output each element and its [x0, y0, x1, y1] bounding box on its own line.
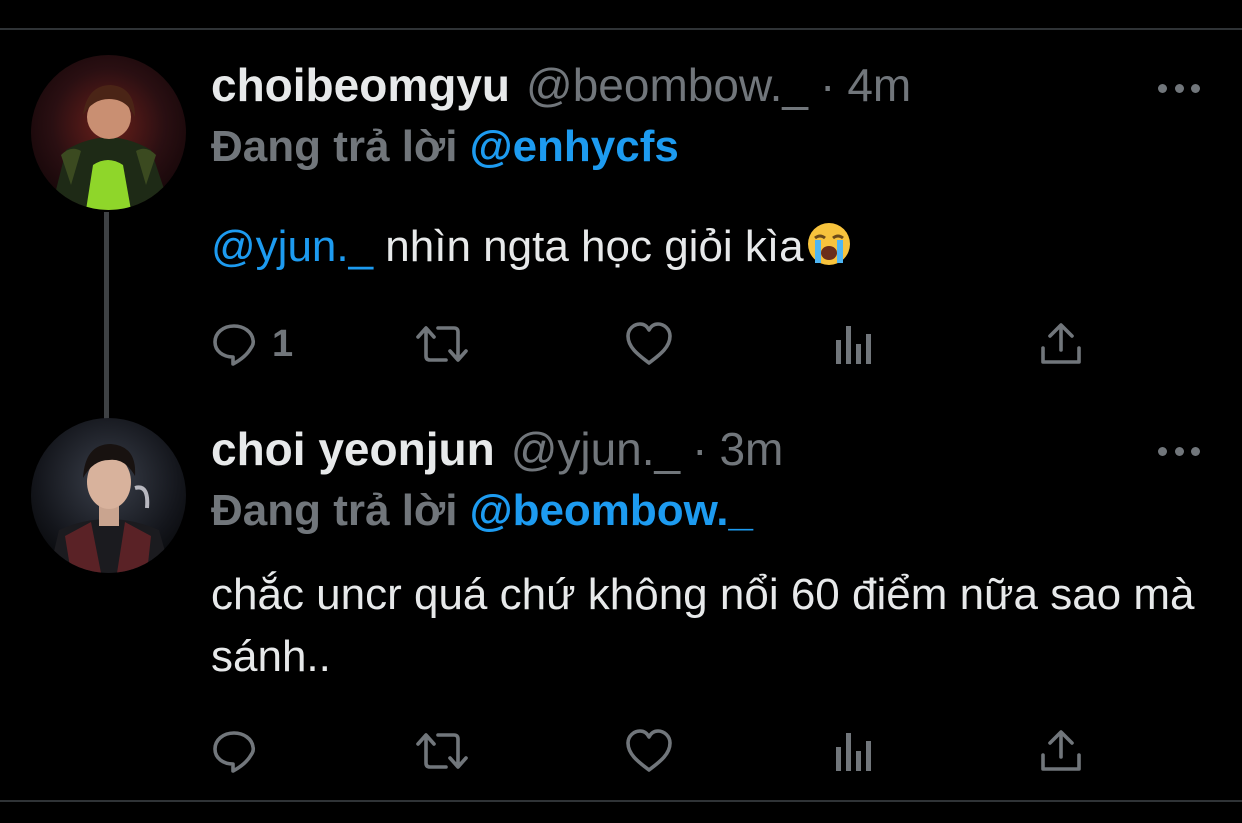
- stats-button[interactable]: [832, 726, 876, 776]
- display-name[interactable]: choi yeonjun: [211, 422, 495, 476]
- separator-dot: ·: [692, 423, 708, 475]
- replying-to-mention[interactable]: @beombow._: [470, 486, 753, 535]
- like-icon: [624, 320, 674, 368]
- reply-button[interactable]: [210, 726, 258, 776]
- bottom-divider: [0, 800, 1242, 802]
- tweet-body: nhìn ngta học giỏi kìa: [373, 222, 804, 271]
- text-mention[interactable]: @yjun._: [211, 222, 373, 271]
- action-bar: [210, 726, 1110, 776]
- timestamp[interactable]: 3m: [719, 422, 783, 476]
- loudly-crying-face-icon: [806, 221, 852, 284]
- display-name[interactable]: choibeomgyu: [211, 58, 510, 112]
- share-icon: [1038, 320, 1084, 368]
- replying-to-line: Đang trả lời @beombow._: [211, 486, 753, 536]
- tweet-header: choibeomgyu @beombow._ · 4m: [211, 58, 911, 112]
- retweet-icon: [414, 320, 470, 368]
- like-icon: [624, 727, 674, 775]
- thread-connector-line: [104, 212, 109, 442]
- more-icon[interactable]: [1158, 78, 1200, 98]
- tweet[interactable]: choi yeonjun @yjun._ · 3m Đang trả lời @…: [0, 416, 1242, 800]
- avatar[interactable]: [31, 418, 186, 573]
- avatar[interactable]: [31, 55, 186, 210]
- tweet[interactable]: choibeomgyu @beombow._ · 4m Đang trả lời…: [0, 30, 1242, 442]
- reply-icon: [210, 320, 258, 368]
- like-button[interactable]: [624, 319, 674, 369]
- tweet-header: choi yeonjun @yjun._ · 3m: [211, 422, 783, 476]
- replying-to-line: Đang trả lời @enhycfs: [211, 122, 679, 172]
- reply-count: 1: [272, 322, 294, 365]
- timestamp[interactable]: 4m: [847, 58, 911, 112]
- retweet-icon: [414, 727, 470, 775]
- stats-icon: [832, 320, 876, 368]
- tweet-text: @yjun._ nhìn ngta học giỏi kìa: [211, 216, 852, 284]
- replying-to-mention[interactable]: @enhycfs: [470, 122, 679, 171]
- reply-button[interactable]: 1: [210, 319, 293, 369]
- stats-icon: [832, 727, 876, 775]
- user-handle[interactable]: @beombow._: [526, 58, 808, 112]
- reply-icon: [210, 727, 258, 775]
- user-handle[interactable]: @yjun._: [511, 422, 680, 476]
- share-icon: [1038, 727, 1084, 775]
- retweet-button[interactable]: [414, 726, 470, 776]
- replying-to-label: Đang trả lời: [211, 486, 458, 535]
- action-bar: 1: [210, 319, 1110, 369]
- more-icon[interactable]: [1158, 441, 1200, 461]
- separator-dot: ·: [820, 59, 836, 111]
- replying-to-label: Đang trả lời: [211, 122, 458, 171]
- like-button[interactable]: [624, 726, 674, 776]
- tweet-text: chắc uncr quá chứ không nổi 60 điểm nữa …: [211, 570, 1195, 681]
- share-button[interactable]: [1038, 319, 1084, 369]
- share-button[interactable]: [1038, 726, 1084, 776]
- stats-button[interactable]: [832, 319, 876, 369]
- retweet-button[interactable]: [414, 319, 470, 369]
